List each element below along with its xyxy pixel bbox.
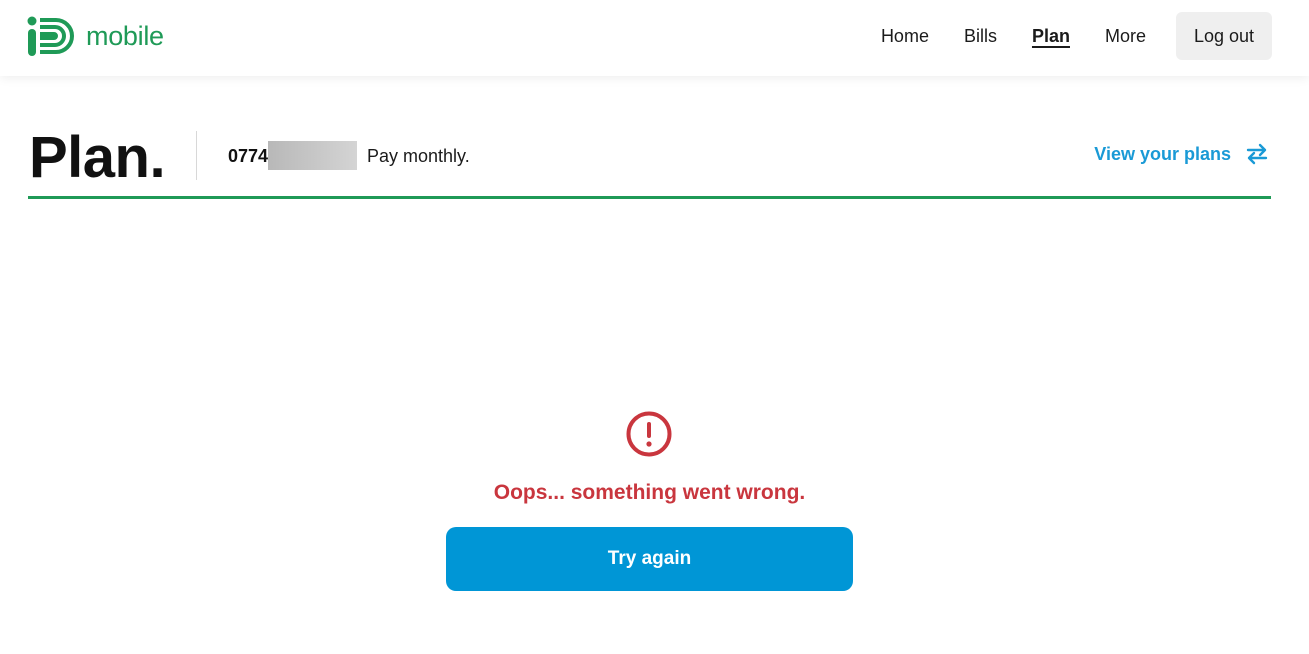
nav-item-home[interactable]: Home [881,26,929,47]
view-your-plans-label: View your plans [1094,143,1231,164]
swap-arrows-icon [1246,143,1268,165]
top-navigation-bar: mobile Home Bills Plan More Log out [0,0,1309,76]
nav-item-more[interactable]: More [1105,26,1146,47]
brand-logo-text: mobile [86,20,164,51]
nav-item-bills[interactable]: Bills [964,26,997,47]
phone-number-redaction [268,141,357,170]
try-again-button[interactable]: Try again [446,527,853,591]
plan-type-label: Pay monthly. [367,146,470,166]
view-your-plans-link[interactable]: View your plans [1094,143,1269,165]
logout-button[interactable]: Log out [1176,12,1272,60]
header-divider [196,131,197,180]
id-logo-icon [27,16,74,56]
error-message: Oops... something went wrong. [493,481,806,504]
page-title: Plan. [29,125,166,190]
nav-item-plan[interactable]: Plan [1032,26,1070,47]
brand-logo[interactable]: mobile [26,14,164,58]
phone-number: 0774 [228,146,269,166]
exclamation-circle-icon [626,411,672,457]
main-nav: Home Bills Plan More Log out [846,12,1272,60]
section-divider [28,196,1271,199]
